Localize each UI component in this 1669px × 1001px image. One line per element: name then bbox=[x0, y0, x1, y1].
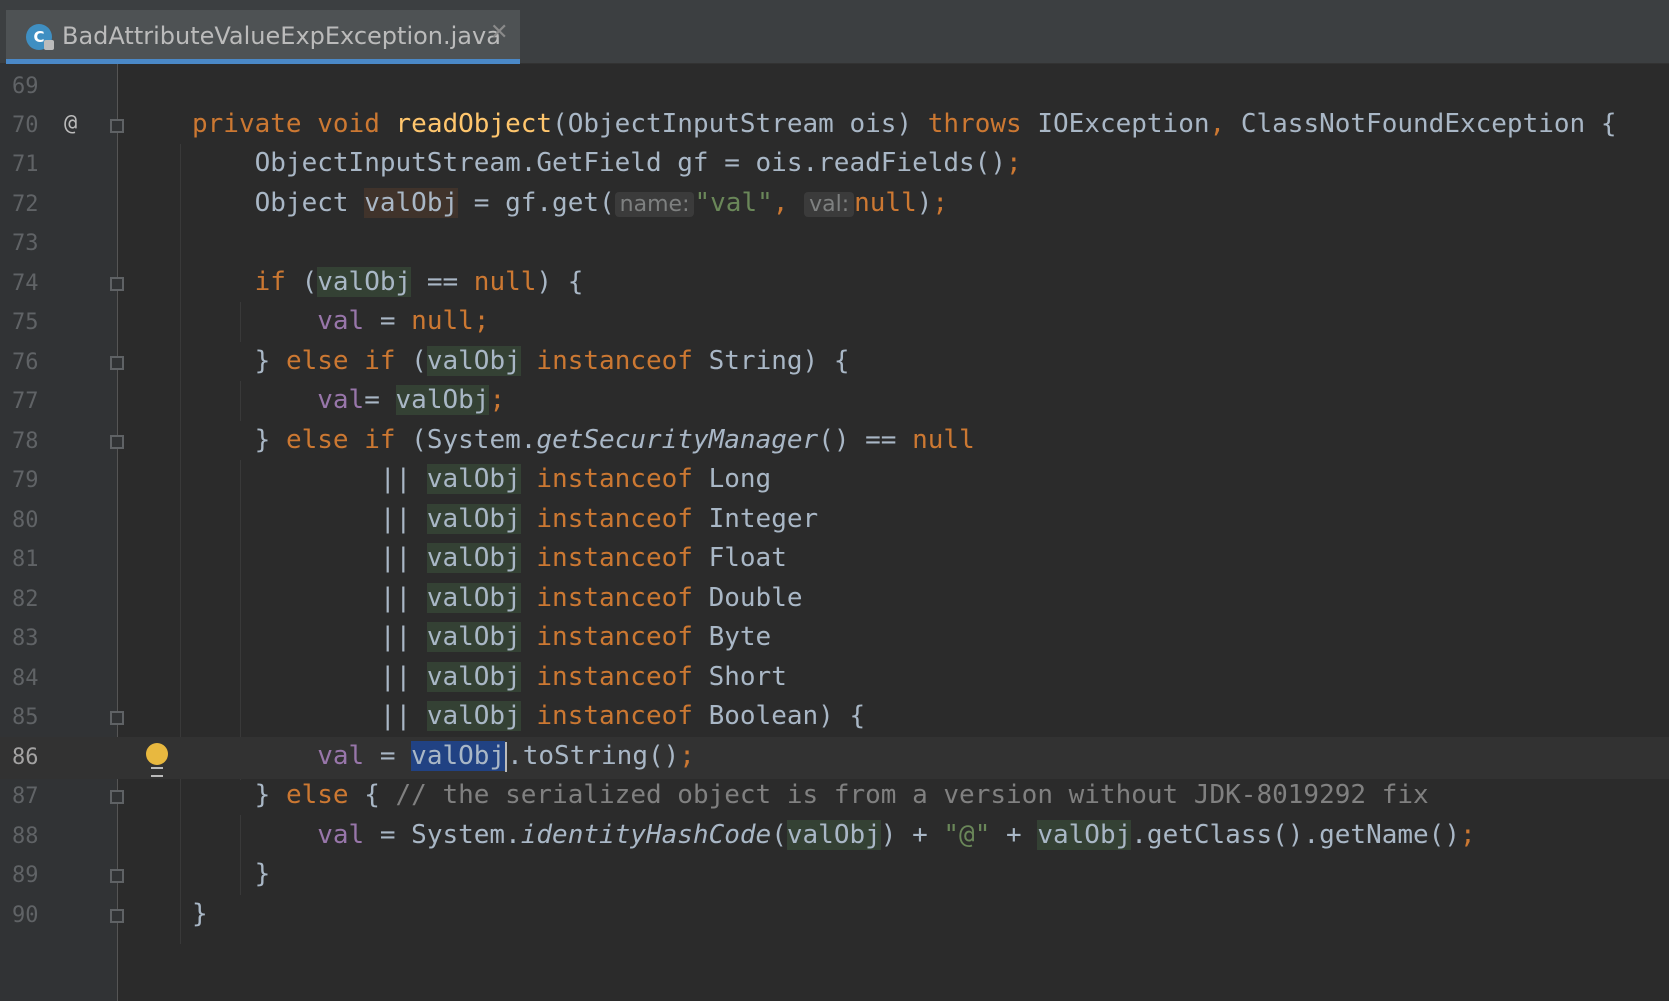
selected-text: valObj bbox=[411, 741, 506, 771]
code-text: } else if (valObj instanceof String) { bbox=[254, 346, 850, 376]
code-text: val= valObj; bbox=[317, 385, 506, 415]
code-text: } else { // the serialized object is fro… bbox=[254, 780, 1429, 810]
line-number: 81 bbox=[12, 547, 39, 572]
lock-icon bbox=[44, 40, 54, 50]
code-line: 70 @ private void readObject(ObjectInput… bbox=[0, 105, 1669, 147]
line-number: 79 bbox=[12, 468, 39, 493]
code-text: } else if (System.getSecurityManager() =… bbox=[254, 425, 975, 455]
code-line: 81 || valObj instanceof Float bbox=[0, 539, 1669, 581]
file-tab[interactable]: C BadAttributeValueExpException.java ✕ bbox=[6, 10, 520, 64]
override-marker-icon[interactable]: @ bbox=[64, 111, 77, 136]
code-line: 73 bbox=[0, 223, 1669, 265]
line-number: 69 bbox=[12, 74, 39, 99]
fold-icon[interactable] bbox=[110, 909, 124, 923]
code-line: 90 } bbox=[0, 895, 1669, 937]
code-text: val = null; bbox=[317, 306, 490, 336]
code-editor[interactable]: 69 70 @ private void readObject(ObjectIn… bbox=[0, 64, 1669, 1001]
fold-icon[interactable] bbox=[110, 277, 124, 291]
code-line: 83 || valObj instanceof Byte bbox=[0, 618, 1669, 660]
code-line: 75 val = null; bbox=[0, 302, 1669, 344]
fold-icon[interactable] bbox=[110, 869, 124, 883]
code-line-current: 86 val = valObj.toString(); bbox=[0, 737, 1669, 779]
code-text: if (valObj == null) { bbox=[254, 267, 584, 297]
fold-icon[interactable] bbox=[110, 435, 124, 449]
lightbulb-icon[interactable] bbox=[146, 743, 168, 777]
line-number: 80 bbox=[12, 508, 39, 533]
code-text: || valObj instanceof Integer bbox=[379, 504, 819, 534]
fold-icon[interactable] bbox=[110, 356, 124, 370]
line-number: 85 bbox=[12, 705, 39, 730]
java-class-icon: C bbox=[26, 24, 54, 50]
code-line: 88 val = System.identityHashCode(valObj)… bbox=[0, 816, 1669, 858]
code-text: val = System.identityHashCode(valObj) + … bbox=[317, 820, 1476, 850]
code-text: || valObj instanceof Long bbox=[379, 464, 772, 494]
code-line: 76 } else if (valObj instanceof String) … bbox=[0, 342, 1669, 384]
code-text: || valObj instanceof Double bbox=[379, 583, 803, 613]
line-number: 87 bbox=[12, 784, 39, 809]
line-number: 70 bbox=[12, 113, 39, 138]
code-line: 69 bbox=[0, 66, 1669, 108]
line-number: 90 bbox=[12, 903, 39, 928]
code-line: 74 if (valObj == null) { bbox=[0, 263, 1669, 305]
line-number: 77 bbox=[12, 389, 39, 414]
line-number: 83 bbox=[12, 626, 39, 651]
param-hint: val: bbox=[804, 192, 855, 217]
code-text: private void readObject(ObjectInputStrea… bbox=[192, 109, 1617, 139]
fold-icon[interactable] bbox=[110, 711, 124, 725]
code-text: || valObj instanceof Float bbox=[379, 543, 787, 573]
fold-icon[interactable] bbox=[110, 119, 124, 133]
line-number: 76 bbox=[12, 350, 39, 375]
code-line: 77 val= valObj; bbox=[0, 381, 1669, 423]
code-line: 72 Object valObj = gf.get(name: "val", va… bbox=[0, 184, 1669, 226]
line-number: 71 bbox=[12, 152, 39, 177]
code-line: 71 ObjectInputStream.GetField gf = ois.r… bbox=[0, 144, 1669, 186]
code-text: val = valObj.toString(); bbox=[317, 741, 695, 772]
code-line: 82 || valObj instanceof Double bbox=[0, 579, 1669, 621]
line-number: 82 bbox=[12, 587, 39, 612]
code-text: || valObj instanceof Short bbox=[379, 662, 787, 692]
code-text: Object valObj = gf.get(name: "val", val: n… bbox=[254, 188, 949, 218]
code-line: 78 } else if (System.getSecurityManager(… bbox=[0, 421, 1669, 463]
line-number: 86 bbox=[12, 745, 39, 770]
line-number: 73 bbox=[12, 231, 39, 256]
code-text: || valObj instanceof Byte bbox=[379, 622, 772, 652]
line-number: 74 bbox=[12, 271, 39, 296]
line-number: 72 bbox=[12, 192, 39, 217]
param-hint: name: bbox=[614, 192, 695, 217]
fold-icon[interactable] bbox=[110, 790, 124, 804]
line-number: 89 bbox=[12, 863, 39, 888]
editor-tab-bar: C BadAttributeValueExpException.java ✕ bbox=[0, 0, 1669, 64]
code-line: 85 || valObj instanceof Boolean) { bbox=[0, 697, 1669, 739]
tab-filename: BadAttributeValueExpException.java bbox=[62, 22, 501, 50]
code-line: 79 || valObj instanceof Long bbox=[0, 460, 1669, 502]
line-number: 88 bbox=[12, 824, 39, 849]
code-text: || valObj instanceof Boolean) { bbox=[379, 701, 866, 731]
line-number: 84 bbox=[12, 666, 39, 691]
code-line: 80 || valObj instanceof Integer bbox=[0, 500, 1669, 542]
code-text: } bbox=[254, 859, 271, 889]
close-icon[interactable]: ✕ bbox=[490, 20, 508, 45]
code-line: 84 || valObj instanceof Short bbox=[0, 658, 1669, 700]
code-line: 89 } bbox=[0, 855, 1669, 897]
line-number: 75 bbox=[12, 310, 39, 335]
code-text: } bbox=[192, 899, 208, 929]
code-text: ObjectInputStream.GetField gf = ois.read… bbox=[254, 148, 1022, 178]
line-number: 78 bbox=[12, 429, 39, 454]
code-line: 87 } else { // the serialized object is … bbox=[0, 776, 1669, 818]
